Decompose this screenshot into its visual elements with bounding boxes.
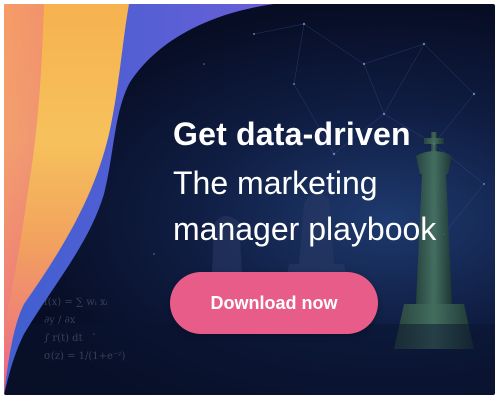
headline: Get data-driven [173, 116, 411, 152]
subline: The marketing manager playbook [173, 160, 495, 252]
subline-line: manager playbook [173, 211, 437, 247]
download-now-button[interactable]: Download now [170, 272, 378, 334]
ad-banner[interactable]: f(x) = ∑ wᵢ xᵢ ∂y / ∂x ∫ r(t) dt σ(z) = … [4, 4, 495, 395]
subline-line: The marketing [173, 165, 378, 201]
